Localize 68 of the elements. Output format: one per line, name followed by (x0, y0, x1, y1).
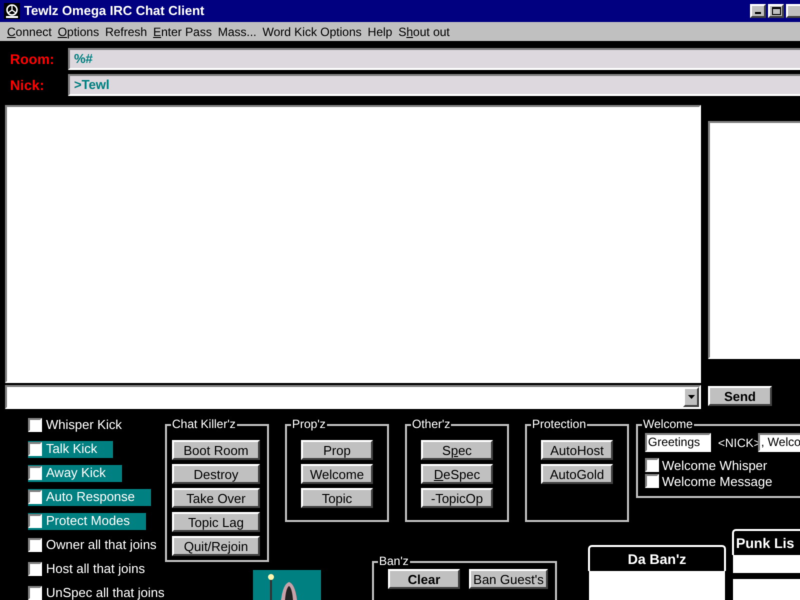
menu-item[interactable]: Shout out (395, 22, 453, 40)
menu-item[interactable]: Connect (4, 22, 55, 40)
action-button[interactable]: Quit/Rejoin (172, 536, 260, 556)
action-button[interactable]: Spec (421, 440, 493, 460)
option-checkbox-row[interactable]: UnSpec all that joins (28, 584, 165, 600)
option-checkbox-row[interactable]: Away Kick (28, 464, 122, 482)
action-button[interactable]: Prop (301, 440, 373, 460)
option-label: Protect Modes (46, 512, 130, 530)
ban-button[interactable]: Clear (388, 569, 460, 589)
checkbox[interactable] (28, 538, 42, 552)
menu-item[interactable]: Mass... (214, 22, 260, 40)
menu-item[interactable]: Help (364, 22, 396, 40)
message-combo[interactable] (5, 385, 701, 409)
action-button[interactable]: AutoHost (541, 440, 613, 460)
option-label: Host all that joins (46, 560, 145, 578)
checkbox[interactable] (28, 418, 42, 432)
action-button[interactable]: AutoGold (541, 464, 613, 484)
field-label: Nick: (9, 76, 46, 94)
menu-item[interactable]: Refresh (102, 22, 150, 40)
option-checkbox-row[interactable]: Auto Response (28, 488, 151, 506)
checkbox[interactable] (645, 458, 659, 472)
option-label: Away Kick (46, 464, 106, 482)
checkbox[interactable] (28, 586, 42, 600)
action-button[interactable]: Take Over (172, 488, 260, 508)
ban-button[interactable]: Ban Guest's (469, 569, 548, 589)
option-checkbox-row[interactable]: Talk Kick (28, 440, 114, 458)
minimize-icon (755, 12, 761, 14)
greeting-field[interactable]: Greetings (645, 433, 711, 452)
checkbox[interactable] (28, 442, 42, 456)
send-button[interactable]: Send (708, 386, 772, 406)
action-button[interactable]: Topic Lag (172, 512, 260, 532)
action-button[interactable]: Topic (301, 488, 373, 508)
option-label: Talk Kick (46, 440, 98, 458)
option-label: UnSpec all that joins (46, 584, 165, 600)
option-checkbox-row[interactable]: Whisper Kick (28, 416, 122, 434)
action-button[interactable]: -TopicOp (421, 488, 493, 508)
checkbox[interactable] (28, 490, 42, 504)
checkbox[interactable] (28, 466, 42, 480)
message-field[interactable]: , Welco (758, 433, 800, 452)
option-label: Owner all that joins (46, 536, 157, 554)
close-button[interactable] (786, 4, 800, 18)
app-icon (4, 3, 20, 19)
nick-token: <NICK> (718, 435, 761, 452)
dropdown-arrow-icon (688, 395, 694, 399)
option-checkbox-row[interactable]: Protect Modes (28, 512, 146, 530)
checkbox[interactable] (645, 474, 659, 488)
menu-item[interactable]: Enter Pass (150, 22, 215, 40)
field-label: Room: (9, 50, 56, 68)
minimize-button[interactable] (750, 4, 766, 18)
option-checkbox-row[interactable]: Owner all that joins (28, 536, 157, 554)
window-title: Tewlz Omega IRC Chat Client (24, 2, 206, 20)
option-checkbox-row[interactable]: Host all that joins (28, 560, 145, 578)
action-button[interactable]: Welcome (301, 464, 373, 484)
action-button[interactable]: Destroy (172, 464, 260, 484)
action-button[interactable]: DeSpec (421, 464, 493, 484)
checkbox[interactable] (28, 514, 42, 528)
option-label: Whisper Kick (46, 416, 122, 434)
dropdown-button[interactable] (683, 387, 699, 407)
maximize-button[interactable] (768, 4, 784, 18)
option-label: Welcome Message (662, 474, 772, 488)
maximize-icon (772, 7, 780, 15)
checkbox[interactable] (28, 562, 42, 576)
menu-item[interactable]: Word Kick Options (260, 22, 365, 40)
menu-item[interactable]: Options (54, 22, 102, 40)
option-label: Welcome Whisper (662, 458, 768, 472)
option-label: Auto Response (46, 488, 135, 506)
action-button[interactable]: Boot Room (172, 440, 260, 460)
punk-field[interactable] (733, 555, 800, 573)
